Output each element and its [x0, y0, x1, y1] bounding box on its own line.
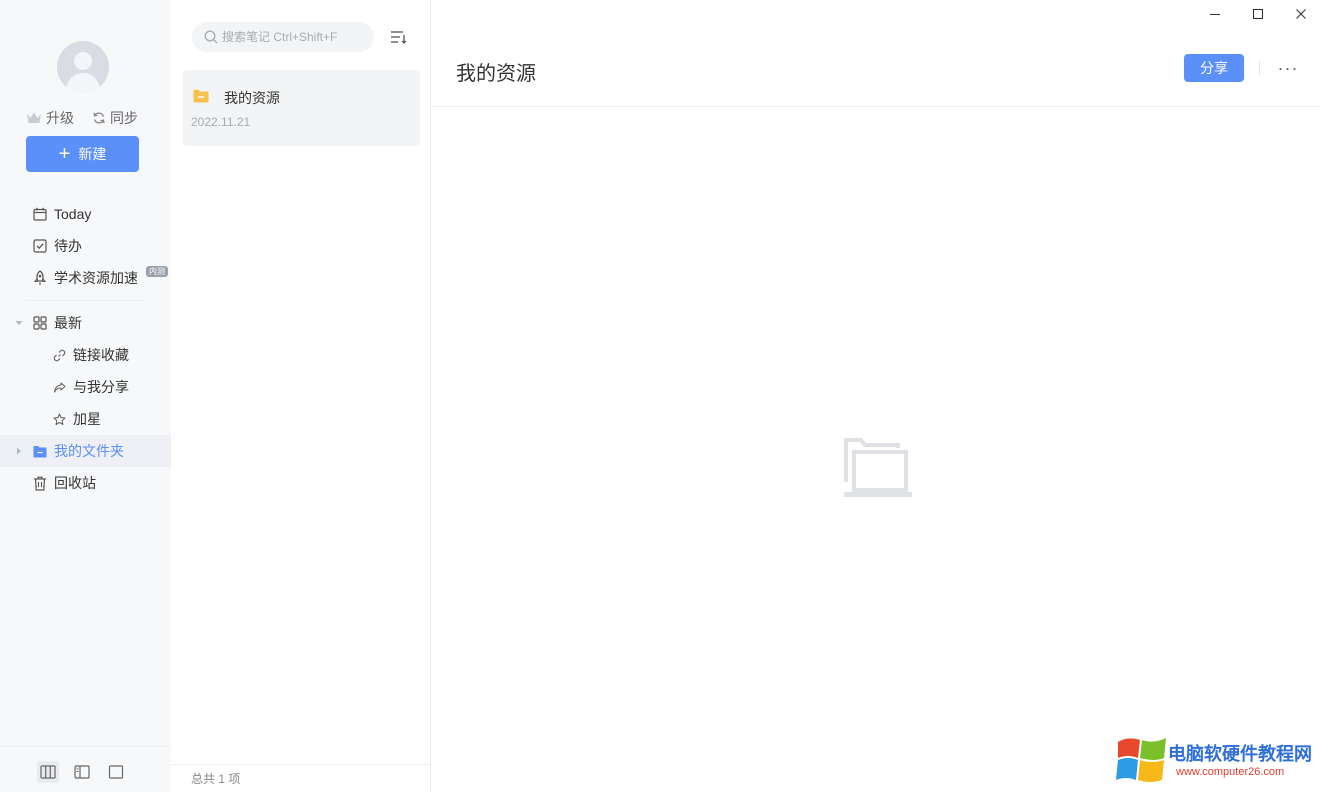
star-icon [51, 411, 67, 427]
nav-item-today[interactable]: Today [0, 198, 171, 230]
crown-icon [27, 112, 41, 123]
link-icon [51, 347, 67, 363]
close-button[interactable] [1279, 0, 1320, 28]
folder-icon [193, 89, 209, 103]
nav-item-my-folder[interactable]: 我的文件夹 [0, 435, 171, 467]
nav-label-trash: 回收站 [54, 475, 96, 491]
nav-item-links[interactable]: 链接收藏 [0, 339, 171, 371]
grid-icon [32, 315, 48, 331]
close-icon [1296, 9, 1306, 19]
caret-right-icon[interactable] [15, 446, 23, 456]
avatar[interactable] [57, 41, 109, 93]
empty-folder-icon [844, 438, 912, 497]
share-arrow-icon [51, 379, 67, 395]
view-switcher [0, 746, 171, 792]
three-column-icon [40, 765, 56, 779]
folder-icon [32, 443, 48, 459]
watermark: 电脑软硬件教程网 www.computer26.com [1114, 734, 1320, 786]
list-item[interactable]: 我的资源 2022.11.21 [183, 70, 420, 146]
search-icon [204, 30, 218, 44]
list-count: 总共 1 项 [171, 764, 431, 792]
nav-label-links: 链接收藏 [73, 347, 129, 363]
note-list-pane: 我的资源 2022.11.21 总共 1 项 [171, 0, 431, 792]
nav-label-my-folder: 我的文件夹 [54, 443, 124, 459]
sync-button[interactable]: 同步 [92, 108, 138, 128]
sort-icon [390, 31, 406, 44]
two-column-view-button[interactable] [71, 761, 93, 783]
new-note-button[interactable]: + 新建 [26, 136, 139, 172]
header-separator [431, 106, 1320, 107]
plus-icon: + [58, 143, 71, 165]
sort-button[interactable] [388, 27, 408, 47]
beta-badge: 内测 [146, 266, 168, 277]
nav-item-todo[interactable]: 待办 [0, 230, 171, 262]
upgrade-button[interactable]: 升级 [26, 108, 74, 128]
sync-icon [93, 112, 105, 124]
nav-item-shared[interactable]: 与我分享 [0, 371, 171, 403]
nav-label-academic: 学术资源加速 [54, 270, 138, 286]
rocket-icon [32, 270, 48, 286]
checkbox-icon [32, 238, 48, 254]
nav-label-latest: 最新 [54, 315, 82, 331]
new-label: 新建 [78, 146, 107, 162]
upgrade-label: 升级 [46, 110, 74, 126]
single-column-view-button[interactable] [105, 761, 127, 783]
single-column-icon [108, 765, 124, 779]
share-button[interactable]: 分享 [1184, 54, 1244, 82]
sync-label: 同步 [110, 110, 138, 126]
nav-item-trash[interactable]: 回收站 [0, 467, 171, 499]
windows-logo-icon [1116, 738, 1166, 782]
watermark-url: www.computer26.com [1176, 766, 1285, 778]
list-item-date: 2022.11.21 [191, 115, 251, 129]
maximize-button[interactable] [1236, 0, 1280, 28]
two-column-icon [74, 765, 90, 779]
nav-label-shared: 与我分享 [73, 379, 129, 395]
search-input[interactable] [222, 30, 372, 44]
nav-label-todo: 待办 [54, 238, 82, 254]
caret-down-icon[interactable] [15, 318, 23, 328]
content-pane: 我的资源 分享 ··· [431, 0, 1320, 792]
nav-item-starred[interactable]: 加星 [0, 403, 171, 435]
minimize-button[interactable] [1193, 0, 1237, 28]
calendar-icon [32, 206, 48, 222]
list-item-title: 我的资源 [224, 90, 280, 106]
nav-label-starred: 加星 [73, 411, 101, 427]
sidebar: 升级 同步 + 新建 Today 待办 学术资源加速 内测 最新 链接收藏 与我… [0, 0, 171, 792]
more-options-button[interactable]: ··· [1276, 58, 1300, 78]
nav-item-latest[interactable]: 最新 [0, 307, 171, 339]
minimize-icon [1210, 14, 1220, 15]
nav-divider [26, 300, 146, 301]
maximize-icon [1252, 8, 1264, 20]
search-box[interactable] [192, 22, 374, 52]
three-column-view-button[interactable] [37, 761, 59, 783]
watermark-title: 电脑软硬件教程网 [1168, 744, 1312, 764]
nav-label-today: Today [54, 206, 92, 222]
trash-icon [32, 475, 48, 491]
header-divider [1259, 60, 1260, 76]
page-title: 我的资源 [456, 63, 536, 85]
